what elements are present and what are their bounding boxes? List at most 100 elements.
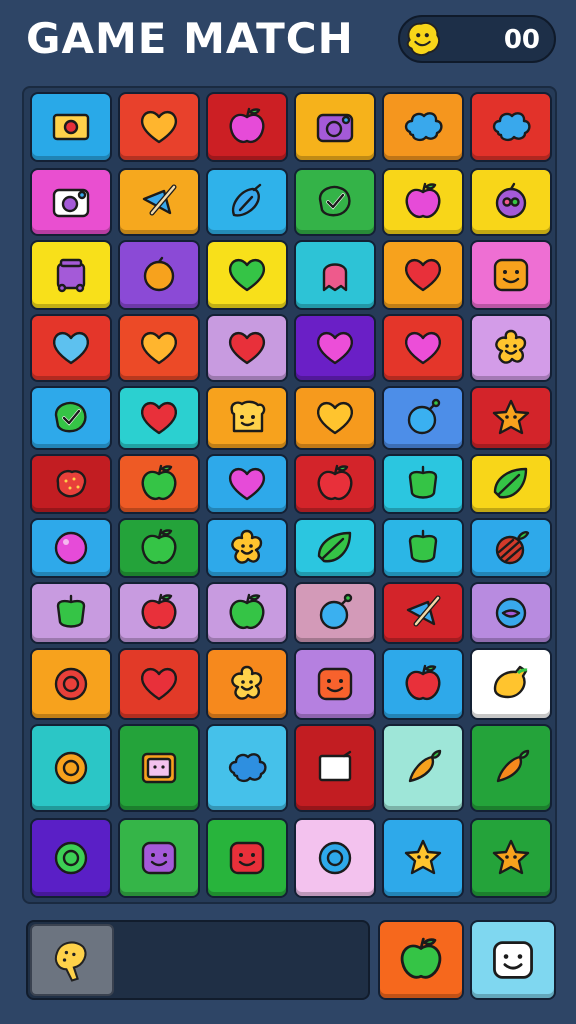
berry-icon — [56, 469, 87, 498]
game-tile[interactable] — [470, 518, 552, 578]
game-tile[interactable] — [382, 92, 464, 162]
game-tile[interactable] — [30, 724, 112, 812]
game-tile[interactable] — [382, 386, 464, 450]
game-tile[interactable] — [294, 648, 376, 720]
donut-icon — [54, 841, 88, 875]
game-tile[interactable] — [118, 582, 200, 644]
game-tile[interactable] — [382, 240, 464, 310]
game-tile[interactable] — [118, 454, 200, 514]
game-tile[interactable] — [382, 582, 464, 644]
tray-slot[interactable] — [30, 924, 114, 996]
smiley-icon — [406, 22, 440, 56]
game-tile[interactable] — [118, 648, 200, 720]
game-tile[interactable] — [294, 818, 376, 898]
game-tile[interactable] — [30, 582, 112, 644]
bomb-icon — [407, 398, 441, 435]
game-tile[interactable] — [470, 582, 552, 644]
game-tile[interactable] — [206, 648, 288, 720]
game-tile[interactable] — [470, 168, 552, 236]
apple-icon — [317, 464, 353, 500]
game-tile[interactable] — [30, 518, 112, 578]
game-tile[interactable] — [294, 518, 376, 578]
game-tile[interactable] — [30, 240, 112, 310]
game-tile[interactable] — [30, 314, 112, 382]
game-tile[interactable] — [118, 168, 200, 236]
game-tile[interactable] — [206, 168, 288, 236]
game-tile[interactable] — [206, 92, 288, 162]
heart-icon — [52, 331, 90, 365]
game-tile[interactable] — [118, 818, 200, 898]
game-tile[interactable] — [382, 454, 464, 514]
orange-icon — [143, 256, 175, 292]
game-tile[interactable] — [470, 724, 552, 812]
game-tile[interactable] — [470, 454, 552, 514]
camera-icon — [52, 188, 90, 218]
game-tile[interactable] — [382, 518, 464, 578]
game-tile[interactable] — [206, 518, 288, 578]
game-tile[interactable] — [294, 724, 376, 812]
game-tile[interactable] — [470, 92, 552, 162]
shuffle-button[interactable] — [470, 920, 556, 1000]
game-tile[interactable] — [30, 648, 112, 720]
game-tile[interactable] — [206, 818, 288, 898]
game-tile[interactable] — [30, 454, 112, 514]
game-tile[interactable] — [294, 386, 376, 450]
bulb-icon — [231, 183, 262, 217]
game-tile[interactable] — [206, 386, 288, 450]
ball-icon — [54, 531, 88, 565]
game-tile[interactable] — [294, 454, 376, 514]
toast-icon — [230, 400, 266, 433]
game-tile[interactable] — [294, 240, 376, 310]
face-icon — [317, 667, 353, 701]
check-icon — [318, 185, 351, 217]
game-tile[interactable] — [470, 386, 552, 450]
game-tile[interactable] — [30, 168, 112, 236]
apple-icon — [405, 182, 441, 218]
game-tile[interactable] — [118, 386, 200, 450]
game-tile[interactable] — [470, 648, 552, 720]
game-tile[interactable] — [470, 314, 552, 382]
game-tile[interactable] — [118, 240, 200, 310]
game-tile[interactable] — [382, 648, 464, 720]
apple-icon — [141, 593, 177, 629]
game-tile[interactable] — [294, 92, 376, 162]
game-tile[interactable] — [470, 240, 552, 310]
game-tile[interactable] — [382, 168, 464, 236]
game-tile[interactable] — [206, 314, 288, 382]
game-tile[interactable] — [382, 314, 464, 382]
plum-icon — [495, 182, 527, 219]
face-icon — [229, 841, 265, 875]
game-tile[interactable] — [206, 454, 288, 514]
hint-button[interactable] — [378, 920, 464, 1000]
game-tile[interactable] — [206, 724, 288, 812]
game-tile[interactable] — [30, 92, 112, 162]
game-tile[interactable] — [470, 818, 552, 898]
heart-icon — [140, 401, 178, 435]
flower-icon — [495, 329, 527, 364]
game-tile[interactable] — [294, 582, 376, 644]
flower-icon — [231, 529, 263, 564]
heart-icon — [140, 331, 178, 365]
game-tile[interactable] — [30, 386, 112, 450]
cloud-icon — [492, 112, 531, 142]
game-tile[interactable] — [382, 724, 464, 812]
game-tile[interactable] — [294, 168, 376, 236]
game-tile[interactable] — [118, 92, 200, 162]
game-tile[interactable] — [206, 582, 288, 644]
game-tile[interactable] — [118, 314, 200, 382]
carrot-icon — [496, 749, 530, 783]
game-tile[interactable] — [30, 818, 112, 898]
game-tile[interactable] — [118, 518, 200, 578]
heart-icon — [404, 331, 442, 365]
flower-icon — [231, 665, 263, 700]
heart-icon — [228, 258, 266, 292]
apple-icon — [229, 593, 265, 629]
face-icon — [493, 258, 529, 292]
game-tile[interactable] — [118, 724, 200, 812]
score-value: 00 — [503, 25, 540, 55]
game-tile[interactable] — [294, 314, 376, 382]
game-tile[interactable] — [206, 240, 288, 310]
game-tile[interactable] — [382, 818, 464, 898]
heart-icon — [316, 401, 354, 435]
pepper-icon — [408, 465, 438, 499]
